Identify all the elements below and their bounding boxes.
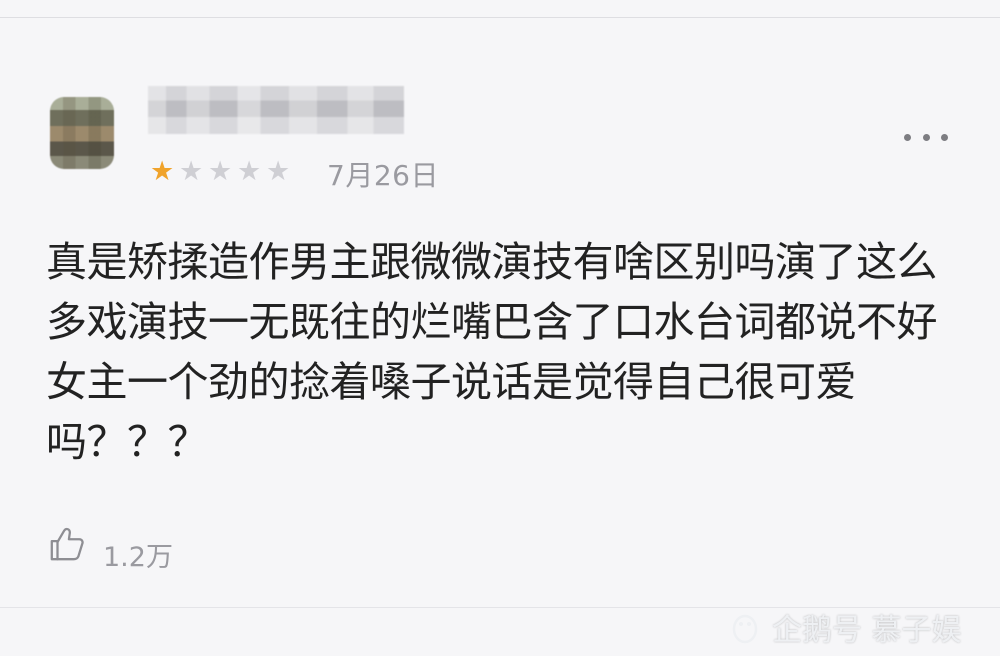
review-date: 7月26日 <box>327 159 439 192</box>
star-filled-icon: ★ <box>150 156 175 187</box>
star-empty-icon: ★ <box>266 156 291 187</box>
username-pixelated[interactable] <box>148 86 404 134</box>
watermark-text: 企鹅号 慕子娱 <box>772 613 962 648</box>
more-options-button[interactable] <box>904 129 948 145</box>
top-divider <box>0 17 1000 18</box>
star-empty-icon: ★ <box>208 156 233 187</box>
more-dot <box>941 133 948 141</box>
star-empty-icon: ★ <box>237 156 262 187</box>
star-rating: ★ ★ ★ ★ ★ <box>150 157 295 187</box>
review-text: 真是矫揉造作男主跟微微演技有啥区别吗演了这么多戏演技一无既往的烂嘴巴含了口水台词… <box>46 238 938 466</box>
like-count: 1.2万 <box>103 542 173 573</box>
user-avatar[interactable] <box>50 97 114 169</box>
more-dot <box>904 133 911 141</box>
more-dot <box>922 133 930 141</box>
watermark: 企鹅号 慕子娱 <box>728 605 962 649</box>
thumbs-up-icon[interactable] <box>48 525 86 563</box>
penguin-icon <box>732 614 758 644</box>
star-empty-icon: ★ <box>179 156 204 187</box>
